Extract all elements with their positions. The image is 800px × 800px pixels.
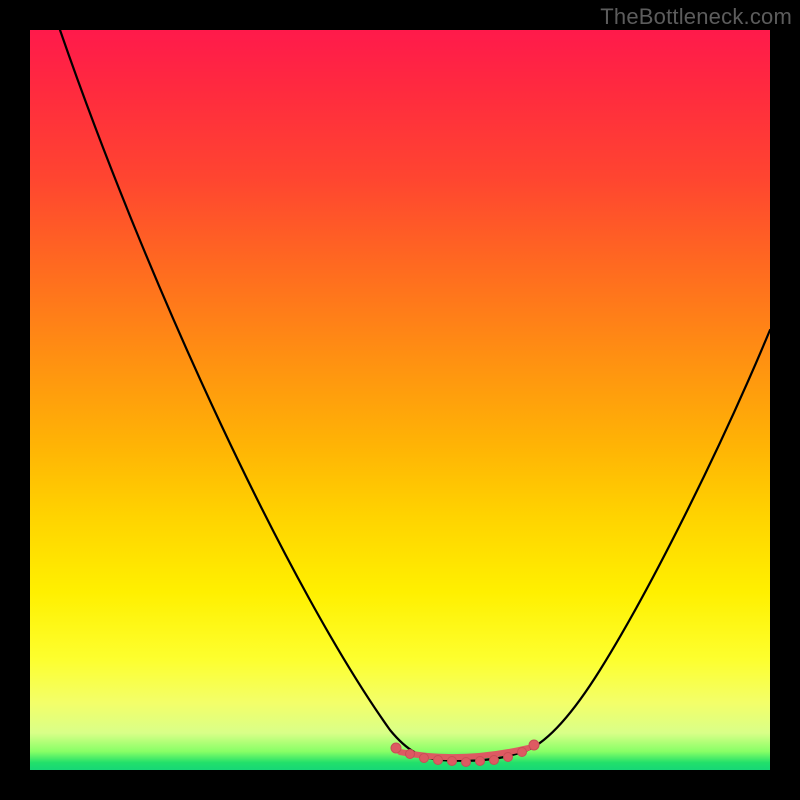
watermark-text: TheBottleneck.com [600,4,792,30]
plot-area [30,30,770,770]
chart-frame: TheBottleneck.com [0,0,800,800]
bottleneck-curve [30,30,770,770]
curve-path [60,30,770,761]
